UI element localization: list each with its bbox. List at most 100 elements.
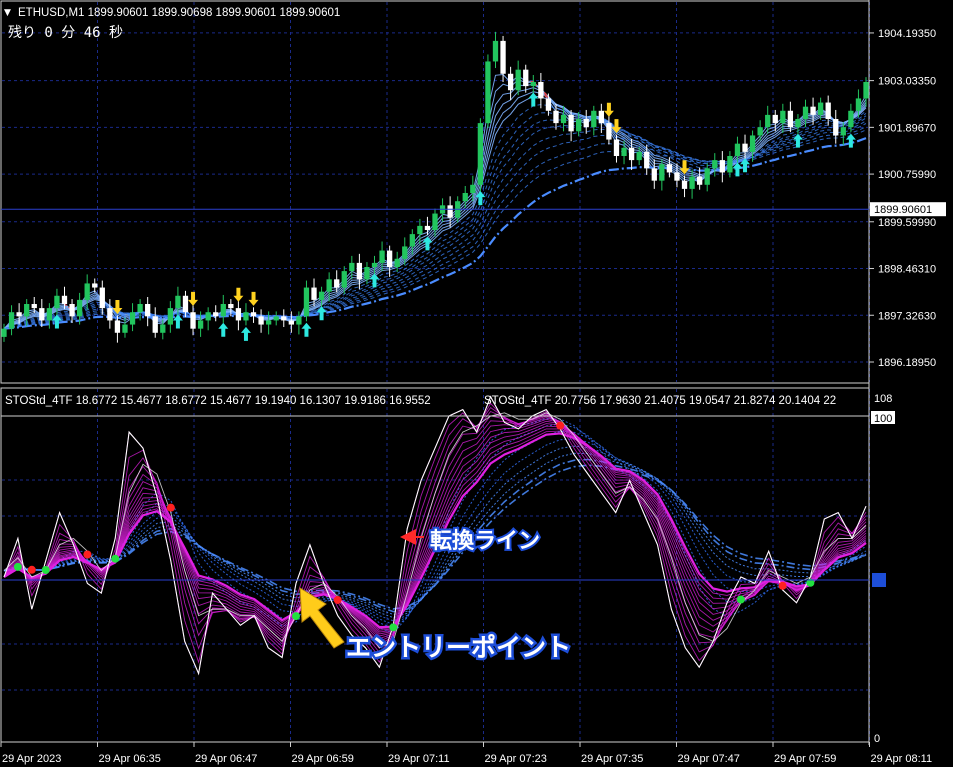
entry-point-annotation: エントリーポイント	[346, 633, 571, 662]
sell-arrow-icon	[248, 291, 259, 306]
price-tick-label: 1900.75990	[878, 169, 936, 181]
sell-arrow-icon	[188, 291, 199, 306]
ma-line-bearish	[541, 89, 828, 114]
candle-body	[129, 312, 136, 325]
candle-body	[220, 304, 226, 317]
candle-body	[802, 106, 809, 119]
candle-body	[825, 102, 831, 119]
candle-body	[470, 184, 476, 193]
candle-body	[681, 180, 688, 189]
stoch-sell-dot	[778, 581, 787, 590]
chart-stage: 1904.19350 1903.03350 1901.89670 1900.75990…	[0, 0, 953, 767]
stoch-buy-dot	[111, 554, 120, 563]
candle-body	[576, 119, 582, 132]
candle-body	[16, 312, 22, 317]
candle-body	[273, 316, 279, 321]
ma-ribbon	[3, 73, 867, 330]
candle-body	[69, 304, 75, 317]
candle-body	[727, 156, 733, 173]
time-tick-label: 29 Apr 08:11	[871, 753, 933, 765]
candle-body	[288, 320, 294, 325]
candle-body	[379, 250, 385, 263]
candle-body	[349, 262, 355, 272]
ma-line	[3, 73, 867, 330]
candle-body	[560, 114, 567, 124]
candle-body	[621, 147, 627, 156]
time-tick-label: 29 Apr 06:35	[99, 753, 161, 765]
candle-body	[54, 295, 60, 309]
candle-body	[334, 279, 340, 288]
candle-body	[477, 123, 484, 185]
time-tick-label: 29 Apr 07:47	[678, 753, 740, 765]
candle-body	[568, 114, 574, 132]
candle-body	[515, 69, 521, 91]
indicator-pane-border	[0, 387, 870, 743]
candle-body	[46, 308, 53, 321]
candle-body	[205, 312, 211, 321]
candle-body	[772, 114, 778, 124]
candle-body	[1, 328, 7, 337]
candle-body	[863, 82, 869, 99]
candle-body	[386, 250, 393, 267]
candle-body	[795, 119, 801, 128]
candle-body	[145, 304, 151, 317]
sell-arrow-icon	[233, 287, 244, 302]
candle-body	[114, 320, 121, 333]
candle-body	[606, 123, 612, 140]
candle-body	[659, 164, 665, 181]
candle-body	[628, 147, 635, 161]
candle-body	[697, 176, 703, 185]
candle-body	[409, 234, 415, 247]
candle-body	[598, 110, 604, 124]
candle-body	[689, 176, 695, 189]
time-tick-label: 29 Apr 07:59	[774, 753, 836, 765]
candle-body	[190, 312, 196, 329]
indicator-scale-bottom: 0	[874, 733, 880, 745]
stoch-buy-dot	[389, 623, 398, 632]
time-axis: 29 Apr 2023 29 Apr 06:35 29 Apr 06:47 29 Ap…	[0, 742, 933, 765]
candle-body	[787, 110, 794, 128]
candle-body	[742, 143, 748, 152]
candle-body	[160, 324, 166, 333]
candle-body	[281, 316, 287, 321]
time-tick-label: 29 Apr 06:59	[292, 753, 354, 765]
time-tick-label: 29 Apr 07:11	[388, 753, 450, 765]
price-grid	[0, 2, 870, 382]
candle-body	[197, 320, 204, 329]
candle-body	[99, 287, 105, 309]
indicator-label-1: STOStd_4TF 18.6772 15.4677 18.6772 15.46…	[5, 395, 431, 407]
candle-body	[356, 262, 363, 280]
stoch-buy-dot	[41, 565, 50, 574]
candle-body	[538, 82, 544, 99]
indicator-grid	[0, 389, 870, 741]
bar-countdown: 残り 0 分 46 秒	[8, 25, 123, 41]
candlesticks[interactable]	[1, 31, 869, 343]
candle-body	[817, 102, 824, 115]
candle-body	[719, 160, 725, 173]
time-tick-label: 29 Apr 06:47	[195, 753, 257, 765]
candle-body	[432, 213, 438, 230]
candle-body	[840, 127, 846, 136]
candle-body	[644, 151, 650, 169]
candle-body	[326, 279, 332, 292]
stoch-sell-dot	[333, 595, 342, 604]
symbol-info: ETHUSD,M1 1899.90601 1899.90698 1899.906…	[18, 7, 340, 19]
time-tick-label: 29 Apr 2023	[2, 753, 61, 765]
candle-body	[530, 82, 536, 87]
price-axis: 1904.19350 1903.03350 1901.89670 1900.75990…	[869, 28, 936, 369]
indicator-label-2: STOStd_4TF 20.7756 17.9630 21.4075 19.05…	[484, 395, 836, 407]
candle-body	[8, 312, 15, 329]
candle-body	[485, 61, 491, 124]
candle-body	[765, 114, 771, 128]
candle-body	[424, 225, 431, 230]
candle-body	[61, 295, 68, 304]
buy-arrow-icon	[240, 326, 251, 341]
candle-body	[303, 287, 310, 317]
candle-body	[341, 271, 347, 288]
indicator-scale-100: 100	[874, 413, 892, 425]
dropdown-triangle-icon[interactable]: ▼	[4, 8, 11, 18]
candle-body	[122, 324, 128, 333]
candle-body	[228, 304, 234, 309]
stoch-buy-dot	[291, 612, 300, 621]
candle-body	[734, 143, 741, 156]
